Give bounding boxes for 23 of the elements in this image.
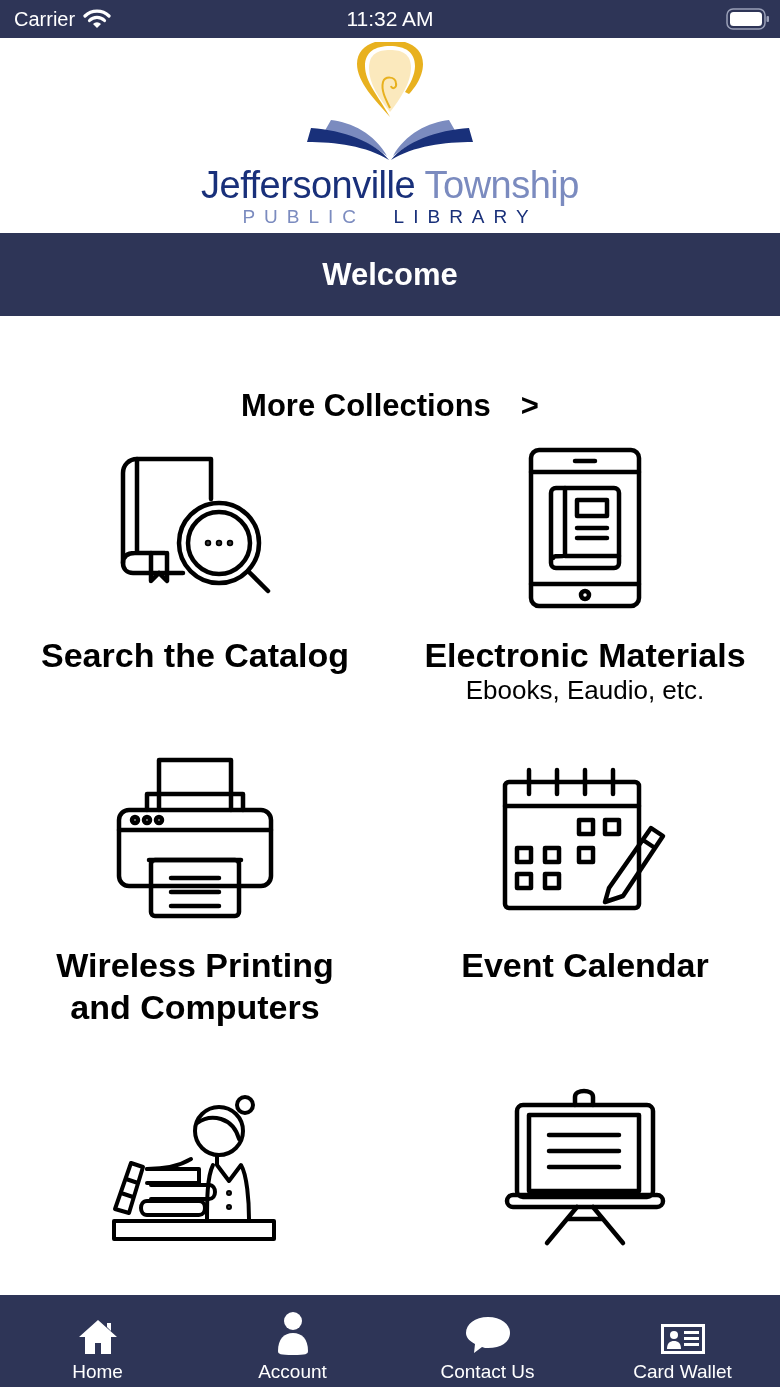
tile-title[interactable]: Search the Catalog: [17, 634, 373, 677]
tab-item[interactable]: Home: [0, 1295, 195, 1387]
battery-icon: [726, 8, 770, 30]
logo-subtitle: PUBLIC LIBRARY: [242, 207, 538, 226]
tab-item[interactable]: Account: [195, 1295, 390, 1387]
carrier-name: Carrier: [14, 7, 76, 31]
tab-item[interactable]: Contact Us: [390, 1295, 585, 1387]
logo-title: Jeffersonville Township: [201, 166, 579, 204]
wifi-icon: [83, 9, 112, 29]
tab-item[interactable]: Card Wallet: [585, 1295, 780, 1387]
id-card-icon: [659, 1323, 706, 1355]
tablet-book-icon[interactable]: [527, 446, 643, 611]
tile-title[interactable]: Event Calendar: [437, 944, 733, 987]
tile-subtitle: Ebooks, Eaudio, etc.: [465, 676, 705, 705]
person-icon: [275, 1311, 310, 1355]
status-time: 11:32 AM: [346, 7, 434, 31]
printer-icon[interactable]: [115, 756, 275, 921]
page-title: Welcome: [322, 256, 458, 293]
speech-bubble-icon: [463, 1315, 512, 1355]
home-icon: [77, 1319, 118, 1355]
tile-title[interactable]: Electronic Materials: [400, 634, 770, 677]
tile-title[interactable]: Wireless Printing and Computers: [0, 944, 390, 1029]
more-collections-link[interactable]: More Collections >: [241, 387, 539, 425]
